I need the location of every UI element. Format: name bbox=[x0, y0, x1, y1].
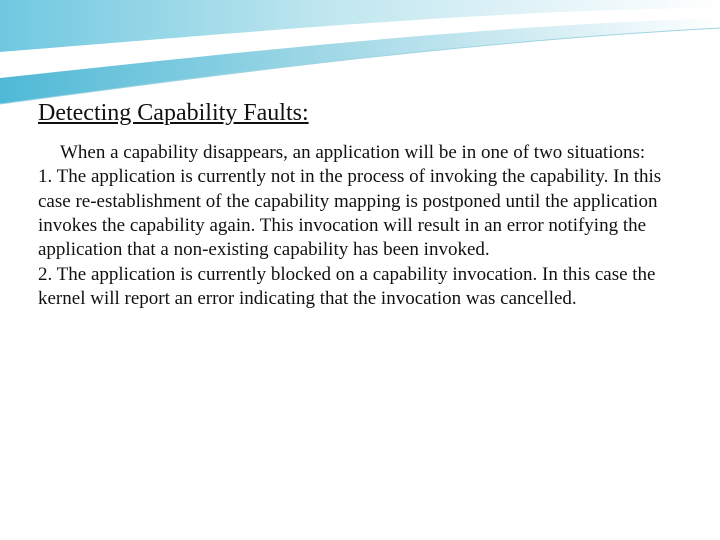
slide-heading: Detecting Capability Faults: bbox=[38, 100, 682, 127]
list-item-1: 1. The application is currently not in t… bbox=[38, 166, 661, 260]
intro-text: When a capability disappears, an applica… bbox=[38, 141, 682, 165]
list-item-2: 2. The application is currently blocked … bbox=[38, 264, 656, 309]
slide-body: Detecting Capability Faults: When a capa… bbox=[38, 100, 682, 311]
